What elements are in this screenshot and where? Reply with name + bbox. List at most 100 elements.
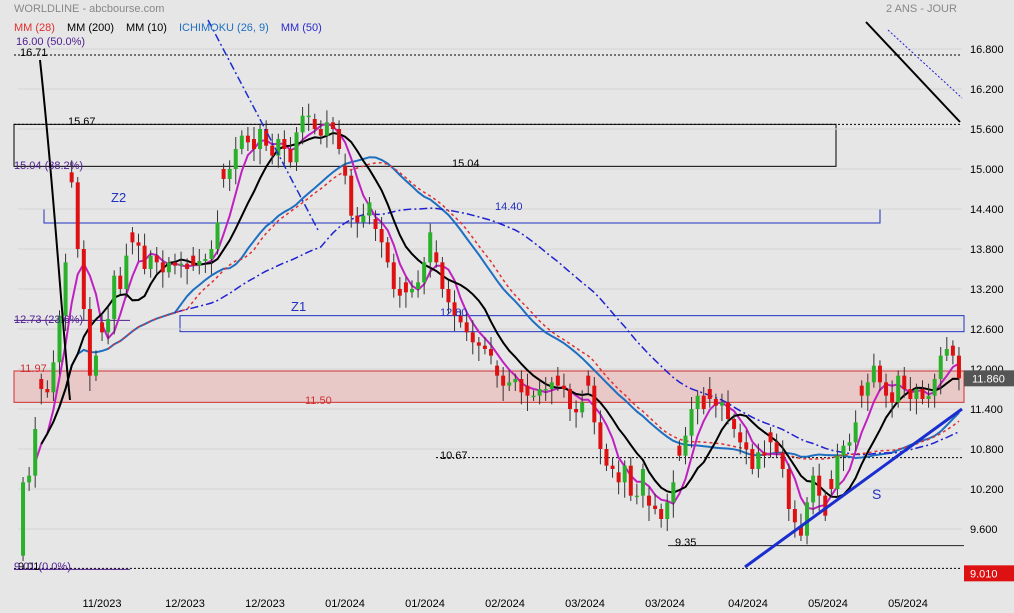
candle-body xyxy=(707,389,712,399)
candle-body xyxy=(944,349,949,356)
candle-body xyxy=(786,469,791,509)
candle-body xyxy=(434,252,439,263)
y-tick-label: 16.800 xyxy=(970,44,1004,56)
candle-body xyxy=(774,442,779,453)
candle-body xyxy=(628,465,633,496)
candle-body xyxy=(732,419,737,429)
candle-body xyxy=(264,129,269,146)
candle-body xyxy=(713,399,718,406)
candle-body xyxy=(100,322,105,333)
candle-body xyxy=(197,261,202,266)
candle-body xyxy=(239,135,244,149)
horizontal-gridlines xyxy=(14,48,964,570)
legend-item: ICHIMOKU (26, 9) xyxy=(178,22,269,34)
candle-body xyxy=(361,215,366,223)
candle-body xyxy=(209,249,214,259)
candle-body xyxy=(531,395,536,398)
candle-body xyxy=(118,275,123,289)
candle-body xyxy=(288,149,293,163)
level-labels: 16.00 (50.0%)16.7115.6715.04 (38.2%) 15.0… xyxy=(14,36,881,573)
channel-line xyxy=(887,29,963,99)
candle-body xyxy=(75,182,80,249)
x-tick-label: 02/2024 xyxy=(485,598,525,610)
candle-body xyxy=(695,395,700,409)
candle-body xyxy=(130,232,135,243)
candle-body xyxy=(768,432,773,443)
candle-body xyxy=(574,409,579,413)
candle-body xyxy=(689,409,694,436)
candle-body xyxy=(148,255,153,269)
candle-body xyxy=(355,215,360,223)
stock-chart: 16.00 (50.0%)16.7115.6715.04 (38.2%) 15.0… xyxy=(13,19,1014,610)
y-tick-label: 15.600 xyxy=(970,124,1004,136)
candle-body xyxy=(203,259,208,261)
y-tick-label: 10.200 xyxy=(970,484,1004,496)
candle-body xyxy=(324,122,329,136)
candle-body xyxy=(318,129,323,136)
candle-body xyxy=(865,382,870,396)
candle-body xyxy=(817,475,822,496)
candle-body xyxy=(640,469,645,496)
candle-body xyxy=(701,395,706,409)
candle-body xyxy=(233,149,238,169)
candle-body xyxy=(391,262,396,289)
candle-body xyxy=(738,432,743,443)
candle-body xyxy=(950,345,955,356)
candle-body xyxy=(726,402,731,419)
y-tick-label: 10.800 xyxy=(970,444,1004,456)
candle-body xyxy=(440,262,445,289)
annotation-z2: Z2 xyxy=(111,190,126,205)
y-tick-label: 11.400 xyxy=(970,404,1003,416)
candlesticks xyxy=(21,103,961,561)
candle-body xyxy=(525,385,530,396)
candle-body xyxy=(537,389,542,396)
candle-body xyxy=(385,242,390,263)
candle-body xyxy=(476,342,481,346)
candle-body xyxy=(27,475,32,483)
candle-body xyxy=(823,495,828,516)
indicator-legend: MM (28) MM (200) MM (10) ICHIMOKU (26, 9) MM… xyxy=(14,22,334,34)
candle-body xyxy=(835,455,840,489)
y-tick-label: 16.200 xyxy=(970,84,1004,96)
level-label-1280: 12.80 xyxy=(440,307,468,319)
candle-body xyxy=(294,132,299,163)
candle-body xyxy=(45,389,50,393)
candle-body xyxy=(871,365,876,383)
candle-body xyxy=(446,289,451,303)
candle-body xyxy=(379,229,384,243)
level-label-1067: 10.67 xyxy=(440,450,468,462)
level-label-1504: 15.04 xyxy=(452,158,480,170)
candle-body xyxy=(549,382,554,389)
candle-body xyxy=(555,375,560,386)
candle-body xyxy=(598,422,603,449)
candle-body xyxy=(185,263,190,269)
mm10-line xyxy=(40,131,960,499)
x-tick-label: 01/2024 xyxy=(405,598,445,610)
candle-body xyxy=(586,375,591,386)
candle-body xyxy=(604,449,609,466)
candle-body xyxy=(179,263,184,266)
candle-body xyxy=(87,309,92,376)
fibo-label-0: 9.01 (0.0%) xyxy=(14,561,71,573)
candle-body xyxy=(592,385,597,423)
candle-body xyxy=(841,445,846,456)
candle-body xyxy=(884,382,889,396)
mm200-line xyxy=(39,59,71,401)
chart-title: WORLDLINE - abcbourse.com xyxy=(14,3,165,15)
candle-body xyxy=(616,472,621,483)
low-price-label: 9.010 xyxy=(970,568,998,580)
candle-body xyxy=(792,509,797,523)
candle-body xyxy=(859,385,864,396)
candle-body xyxy=(634,495,639,498)
candle-body xyxy=(112,275,117,319)
candle-body xyxy=(124,255,129,289)
candle-body xyxy=(136,242,141,246)
candle-body xyxy=(756,452,761,469)
y-tick-label: 13.200 xyxy=(970,284,1004,296)
level-label-935: 9.35 xyxy=(675,537,696,549)
annotation-s: S xyxy=(872,486,881,502)
candle-body xyxy=(580,402,585,413)
candle-body xyxy=(227,169,232,179)
candle-body xyxy=(519,379,524,393)
candle-body xyxy=(482,345,487,349)
